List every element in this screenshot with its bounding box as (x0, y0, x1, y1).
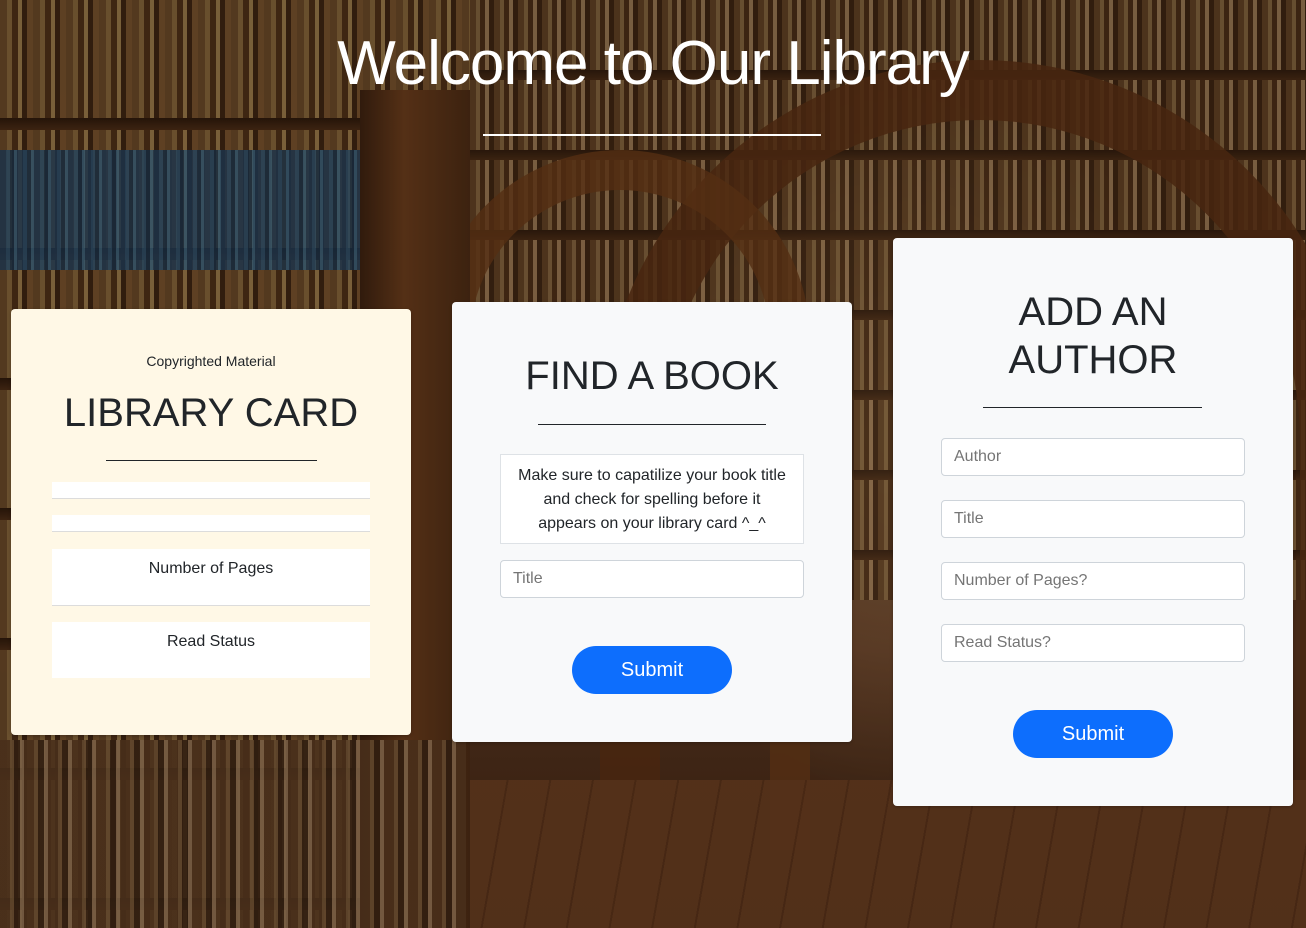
library-card-heading: LIBRARY CARD (63, 391, 359, 435)
add-author-heading-line2: AUTHOR (1008, 338, 1178, 382)
library-card-row-status: Read Status (52, 622, 370, 678)
library-card-row-pages: Number of Pages (52, 549, 370, 606)
library-card-row-author (52, 515, 370, 532)
add-author-heading-line1: ADD AN (1018, 290, 1168, 334)
find-submit-button[interactable]: Submit (572, 646, 732, 694)
find-book-divider (538, 424, 766, 425)
add-author-card: ADD AN AUTHOR Submit (893, 238, 1293, 806)
find-book-heading: FIND A BOOK (525, 354, 779, 398)
add-author-divider (983, 407, 1202, 408)
find-book-card: FIND A BOOK Make sure to capatilize your… (452, 302, 852, 742)
author-input[interactable] (941, 438, 1245, 476)
pages-input[interactable] (941, 562, 1245, 600)
capitalization-note: Make sure to capatilize your book title … (500, 454, 804, 544)
library-card: Copyrighted Material LIBRARY CARD Number… (11, 309, 411, 735)
title-divider (483, 134, 821, 136)
author-title-input[interactable] (941, 500, 1245, 538)
author-submit-button[interactable]: Submit (1013, 710, 1173, 758)
read-status-input[interactable] (941, 624, 1245, 662)
copyright-text: Copyrighted Material (146, 353, 276, 369)
find-title-input[interactable] (500, 560, 804, 598)
library-card-row-title (52, 482, 370, 499)
page-title: Welcome to Our Library (337, 29, 970, 98)
library-card-divider (106, 460, 317, 461)
